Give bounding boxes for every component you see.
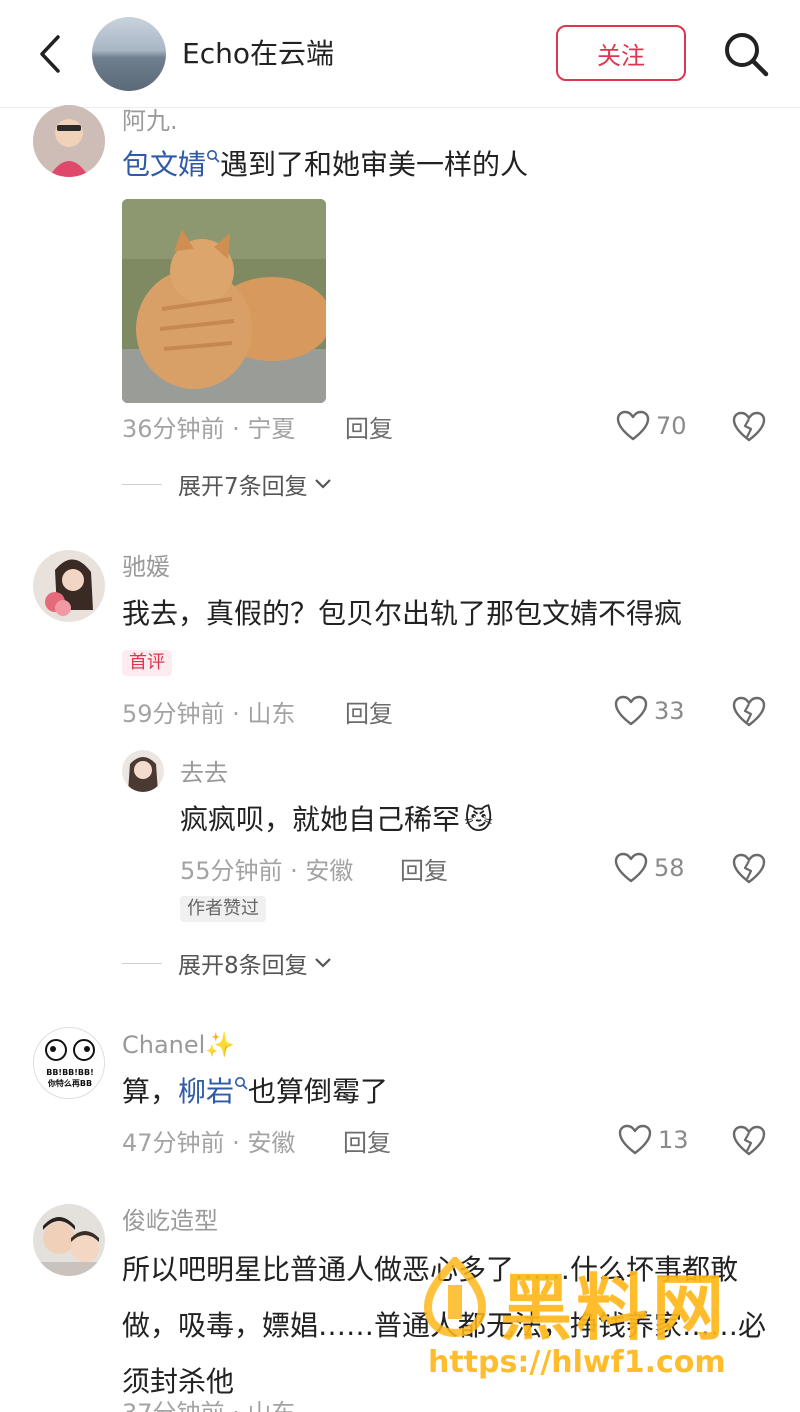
- mention-link[interactable]: 包文婧: [122, 148, 206, 181]
- comment-time-location: 37分钟前 · 山东: [122, 1398, 295, 1412]
- avatar-image: [33, 1204, 105, 1276]
- dislike-button[interactable]: [732, 411, 766, 445]
- follow-button[interactable]: 关注: [556, 25, 686, 81]
- avatar-caption-1: BB!BB!BB!: [46, 1068, 94, 1077]
- divider-line: [122, 962, 162, 964]
- expand-replies-label: 展开7条回复: [178, 474, 308, 500]
- reply-button[interactable]: 回复: [343, 1128, 391, 1158]
- broken-heart-icon: [732, 1125, 766, 1156]
- like-count: 13: [658, 1126, 689, 1154]
- heart-icon: [614, 852, 648, 883]
- chevron-down-icon: [314, 958, 331, 968]
- like-count: 58: [654, 854, 685, 882]
- dislike-button[interactable]: [732, 853, 766, 887]
- divider-line: [122, 483, 162, 485]
- comment-username[interactable]: 俊屹造型: [122, 1206, 218, 1236]
- search-icon: [725, 33, 769, 77]
- cat-emoji: 😼: [464, 803, 494, 836]
- reply-button[interactable]: 回复: [345, 699, 393, 729]
- like-count: 70: [656, 412, 687, 440]
- search-icon: [235, 1077, 248, 1090]
- comment-text: 所以吧明星比普通人做恶心多了……什么坏事都敢做，吸毒，嫖娼……普通人都无法，挣钱…: [122, 1253, 767, 1398]
- avatar[interactable]: BB!BB!BB! 你特么再BB: [33, 1027, 105, 1099]
- chevron-down-icon: [314, 479, 331, 489]
- username-text: Chanel: [122, 1031, 206, 1059]
- chevron-left-icon: [40, 35, 60, 73]
- avatar-image: [122, 750, 164, 792]
- avatar[interactable]: [33, 1204, 105, 1276]
- search-icon: [207, 150, 220, 163]
- dislike-button[interactable]: [732, 1125, 766, 1159]
- reply-time-location: 55分钟前 · 安徽: [180, 857, 354, 885]
- comment-text: 算，柳岩 也算倒霉了: [122, 1072, 388, 1112]
- author-avatar[interactable]: [92, 17, 166, 91]
- comment-body: 遇到了和她审美一样的人: [220, 148, 529, 181]
- avatar-image: BB!BB!BB! 你特么再BB: [34, 1028, 104, 1098]
- heart-icon: [616, 410, 650, 441]
- reply-avatar[interactable]: [122, 750, 164, 792]
- mention-link[interactable]: 柳岩: [178, 1075, 234, 1108]
- comment-username[interactable]: 驰媛: [122, 552, 170, 582]
- reply-username[interactable]: 去去: [180, 758, 228, 788]
- comment-time-location: 59分钟前 · 山东: [122, 700, 296, 728]
- comment-time-location: 47分钟前 · 安徽: [122, 1129, 296, 1157]
- comment-username[interactable]: 阿九.: [122, 106, 178, 136]
- avatar-image: [33, 105, 105, 177]
- broken-heart-icon: [732, 853, 766, 884]
- first-comment-badge: 首评: [122, 650, 172, 676]
- avatar[interactable]: [33, 550, 105, 622]
- comment-prefix: 算，: [122, 1075, 179, 1108]
- like-count: 33: [654, 697, 685, 725]
- comment-text: 我去，真假的？包贝尔出轨了那包文婧不得疯: [122, 597, 683, 630]
- broken-heart-icon: [732, 411, 766, 442]
- author-liked-badge: 作者赞过: [180, 896, 266, 922]
- broken-heart-icon: [732, 696, 766, 727]
- avatar[interactable]: [33, 105, 105, 177]
- reply-body: 疯疯呗，就她自己稀罕: [180, 803, 461, 836]
- heart-icon: [618, 1124, 652, 1155]
- cat-photo: [122, 199, 326, 403]
- reply-button[interactable]: 回复: [400, 856, 448, 886]
- avatar-image: [33, 550, 105, 622]
- reply-text: 疯疯呗，就她自己稀罕 😼: [180, 800, 493, 840]
- comment-image[interactable]: [122, 199, 326, 403]
- author-name[interactable]: Echo在云端: [182, 36, 334, 72]
- expand-replies-button[interactable]: 展开8条回复: [122, 946, 332, 980]
- like-button[interactable]: 33: [614, 695, 685, 727]
- back-button[interactable]: [30, 30, 70, 78]
- avatar-caption-2: 你特么再BB: [47, 1078, 92, 1088]
- comment-body: 也算倒霉了: [248, 1075, 389, 1108]
- like-button[interactable]: 58: [614, 852, 685, 884]
- comment-text: 包文婧 遇到了和她审美一样的人: [122, 145, 528, 185]
- comment-time-location: 36分钟前 · 宁夏: [122, 415, 296, 443]
- search-button[interactable]: [720, 28, 772, 80]
- expand-replies-label: 展开8条回复: [178, 953, 308, 979]
- heart-icon: [614, 695, 648, 726]
- like-button[interactable]: 13: [618, 1124, 689, 1156]
- top-bar: Echo在云端 关注: [0, 0, 800, 108]
- like-button[interactable]: 70: [616, 410, 687, 442]
- sparkles-icon: ✨: [205, 1031, 236, 1059]
- reply-button[interactable]: 回复: [345, 414, 393, 444]
- expand-replies-button[interactable]: 展开7条回复: [122, 467, 332, 501]
- dislike-button[interactable]: [732, 696, 766, 730]
- comment-username[interactable]: Chanel✨: [122, 1030, 235, 1060]
